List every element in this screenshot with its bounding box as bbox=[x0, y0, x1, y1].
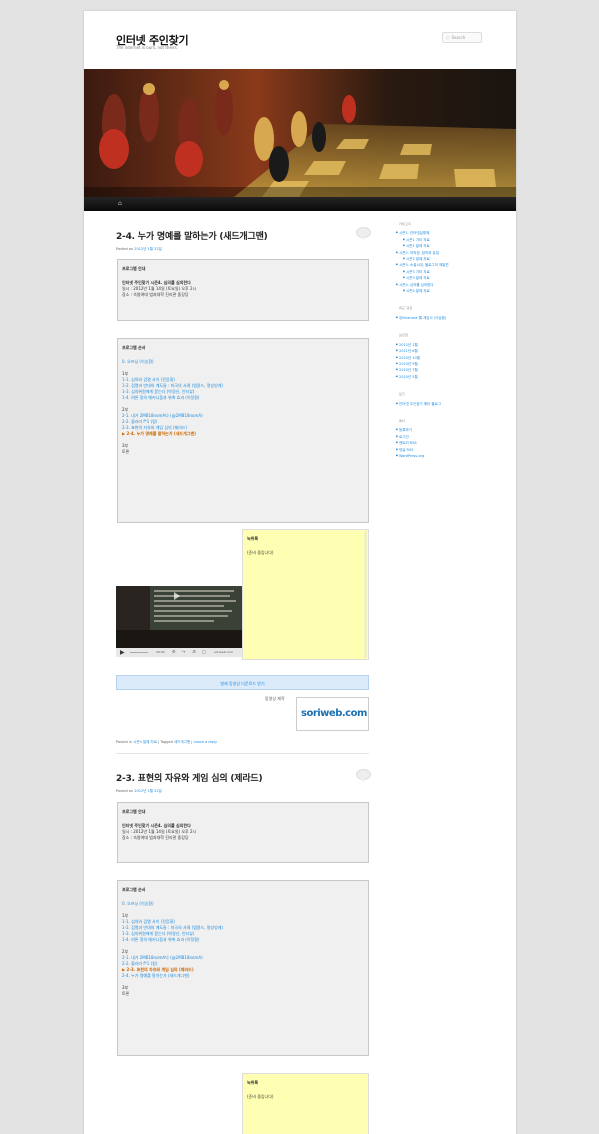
discussion-label: 토론 bbox=[122, 991, 130, 996]
links-list: 인터넷 주인찾기 메타 블로그 bbox=[396, 401, 496, 408]
comment-bubble-icon[interactable] bbox=[356, 227, 371, 240]
post-title[interactable]: 2-4. 누가 명예를 말하는가 (새드개그맨) bbox=[116, 229, 369, 242]
video-time: 44:02 bbox=[156, 650, 165, 654]
footer-text: Posted in bbox=[116, 740, 133, 744]
search-input[interactable]: ○ Search bbox=[442, 32, 482, 43]
info-line: 장소 : 숙명여대 법과대학 진리관 중강당 bbox=[122, 292, 189, 297]
share-icon[interactable]: ↪ bbox=[182, 649, 185, 654]
settings-icon[interactable]: ⚙ bbox=[172, 649, 176, 654]
soriweb-logo-text: soriweb.com bbox=[301, 708, 367, 719]
sidebar-heading: 카테고리 bbox=[399, 222, 412, 226]
leave-reply-link[interactable]: Leave a reply bbox=[194, 740, 218, 744]
sidebar-link[interactable]: 시즌4 발제 자료 bbox=[396, 288, 496, 295]
note-scrollbar[interactable] bbox=[364, 531, 367, 658]
post-footer: Posted in 시즌4 발제 자료 | Tagged 새드개그맨 | Lea… bbox=[116, 740, 218, 744]
transcript-note: 녹취록 (준비 중입니다) bbox=[242, 529, 369, 660]
post-2-4: 2-4. 누가 명예를 말하는가 (새드개그맨) Posted on 2012년… bbox=[116, 227, 371, 252]
post-2-3: 2-3. 표현의 자유와 게임 심의 (제라드) Posted on 2012년… bbox=[116, 769, 371, 794]
transcript-note: 녹취록 (준비 중입니다) bbox=[242, 1073, 369, 1134]
search-placeholder: Search bbox=[451, 35, 466, 40]
note-body: (준비 중입니다) bbox=[247, 550, 274, 555]
program-info-heading: 프로그램 안내 bbox=[122, 266, 146, 271]
video-brand: soriweb.com bbox=[214, 650, 234, 654]
note-body: (준비 중입니다) bbox=[247, 1094, 274, 1099]
post-date: Posted on 2012년 1월 22일 bbox=[116, 789, 162, 793]
main-navigation: ⌂ bbox=[84, 197, 516, 211]
category-link[interactable]: 시즌4 발제 자료 bbox=[133, 740, 157, 744]
footer-text: Tagged bbox=[160, 740, 173, 744]
post-date: Posted on 2012년 1월 22일 bbox=[116, 247, 162, 251]
soriweb-logo[interactable]: soriweb.com bbox=[296, 697, 369, 731]
tag-link[interactable]: 새드개그맨 bbox=[174, 740, 190, 744]
sidebar-heading: 최근 댓글 bbox=[399, 306, 413, 311]
comment-bubble-icon[interactable] bbox=[356, 769, 371, 782]
sidebar: 카테고리 시즌1. 인터넷실명제시즌1 기타 자료시즌1 발제 자료시즌2. 저… bbox=[396, 221, 496, 470]
post-title[interactable]: 2-3. 표현의 자유와 게임 심의 (제라드) bbox=[116, 771, 369, 784]
recent-comments-list: @itrianara 㑳 게임사 (이승환) bbox=[396, 315, 496, 322]
note-heading: 녹취록 bbox=[247, 536, 259, 541]
home-icon[interactable]: ⌂ bbox=[118, 200, 122, 207]
note-heading: 녹취록 bbox=[247, 1080, 259, 1085]
search-icon: ○ bbox=[446, 35, 450, 40]
sidebar-link[interactable]: WordPress.org bbox=[396, 453, 496, 460]
download-video-button[interactable]: 발제 동영상 다운로드 받기 bbox=[116, 675, 369, 690]
sidebar-heading: 메타 bbox=[399, 418, 406, 423]
archives-list: 2012년 1월2011년 6월2010년 10월2010년 9월2010년 7… bbox=[396, 342, 496, 381]
categories-list: 시즌1. 인터넷실명제시즌1 기타 자료시즌1 발제 자료시즌2. 저작권, 창… bbox=[396, 230, 496, 294]
program-info-box: 프로그램 안내 인터넷 주인찾기 시즌4. 심의를 심의한다 일시 : 2012… bbox=[117, 802, 369, 863]
info-line: 장소 : 숙명여대 법과대학 진리관 중강당 bbox=[122, 835, 189, 840]
sidebar-link[interactable]: @itrianara 㑳 게임사 (이승환) bbox=[396, 315, 496, 322]
volume-icon[interactable]: ♬ bbox=[192, 649, 196, 654]
program-order-box: 프로그램 순서 0. 오프닝 (이승환) 1부 1-1. 심의와 검열 사이 (… bbox=[117, 338, 369, 523]
video-controls: ▶ 44:02 ⚙ ↪ ♬ □ soriweb.com bbox=[116, 648, 242, 657]
sidebar-link[interactable]: 2010년 5월 bbox=[396, 374, 496, 381]
video-credit: 동영상 제작 bbox=[265, 696, 285, 701]
discussion-label: 토론 bbox=[122, 449, 130, 454]
post-divider bbox=[116, 753, 369, 754]
sidebar-link[interactable]: 인터넷 주인찾기 메타 블로그 bbox=[396, 401, 496, 408]
meta-list: 등록하기로그인엔트리 RSS댓글 RSSWordPress.org bbox=[396, 427, 496, 459]
program-info-box: 프로그램 안내 인터넷 주인찾기 시즌4. 심의를 심의한다 일시 : 2012… bbox=[117, 259, 369, 321]
video-player[interactable]: ▶ 44:02 ⚙ ↪ ♬ □ soriweb.com bbox=[116, 586, 242, 657]
header-banner-image bbox=[84, 69, 516, 197]
program-order-box: 프로그램 순서 0. 오프닝 (이승환) 1부 1-1. 심의와 검열 사이 (… bbox=[117, 880, 369, 1056]
sidebar-heading: 링크 bbox=[399, 392, 406, 397]
program-order-heading: 프로그램 순서 bbox=[122, 887, 146, 892]
page: 인터넷 주인찾기 The internet is ours, not their… bbox=[84, 11, 516, 1134]
program-order-heading: 프로그램 순서 bbox=[122, 345, 146, 350]
progress-track[interactable] bbox=[130, 652, 148, 653]
site-description: The internet is ours, not theirs. bbox=[116, 45, 179, 50]
fullscreen-icon[interactable]: □ bbox=[202, 649, 206, 654]
play-icon[interactable]: ▶ bbox=[120, 649, 125, 656]
program-info-heading: 프로그램 안내 bbox=[122, 809, 146, 814]
sidebar-heading: 보관함 bbox=[399, 333, 409, 338]
